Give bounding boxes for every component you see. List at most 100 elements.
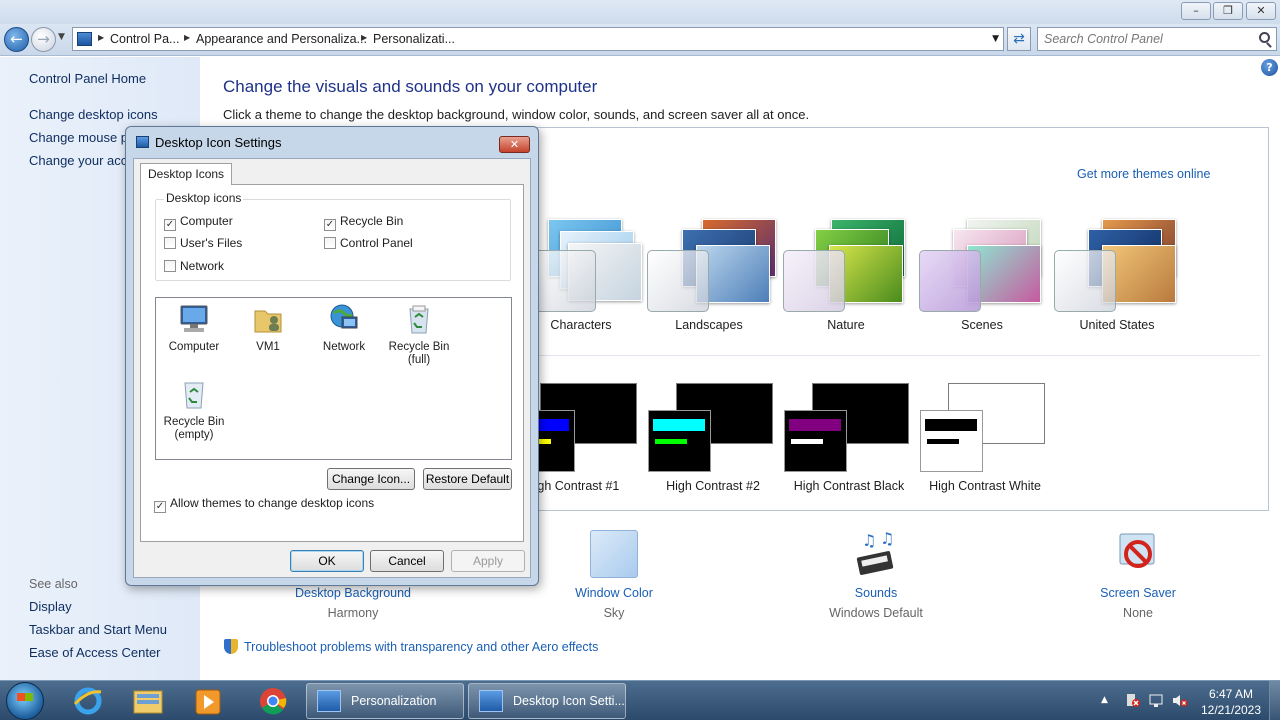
search-icon[interactable] bbox=[1259, 32, 1270, 43]
breadcrumb-appearance[interactable]: Appearance and Personaliza... bbox=[196, 32, 367, 46]
action-center-icon[interactable] bbox=[1125, 693, 1141, 708]
change-mouse-pointers-link[interactable]: Change mouse po bbox=[29, 130, 135, 145]
checkbox-computer[interactable]: ✓ Computer bbox=[164, 214, 233, 231]
desktop-icon-list[interactable]: Computer VM1 Network Recycle Bin (full) … bbox=[155, 297, 512, 460]
icon-item-computer[interactable]: Computer bbox=[159, 303, 229, 354]
icon-item-network[interactable]: Network bbox=[309, 303, 379, 354]
taskbar-desktop-icon-settings[interactable]: Desktop Icon Setti... bbox=[468, 683, 626, 719]
theme-name: High Contrast White bbox=[929, 479, 1041, 493]
computer-icon bbox=[178, 303, 210, 335]
window-color-item[interactable]: Window Color Sky bbox=[544, 530, 684, 620]
recent-pages-dropdown[interactable]: ▼ bbox=[58, 32, 65, 42]
ease-of-access-link[interactable]: Ease of Access Center bbox=[29, 645, 161, 660]
checkbox-box[interactable]: ✓ bbox=[154, 501, 166, 513]
svg-text:♫: ♫ bbox=[880, 530, 894, 548]
checkbox-users-files[interactable]: User's Files bbox=[164, 236, 242, 250]
theme-high-contrast-2[interactable]: High Contrast #2 bbox=[648, 383, 778, 495]
personalization-icon bbox=[317, 690, 341, 712]
windows-explorer-icon[interactable] bbox=[122, 684, 174, 718]
start-button[interactable] bbox=[6, 682, 44, 720]
checkbox-box[interactable] bbox=[164, 260, 176, 272]
recycle-bin-empty-icon bbox=[178, 378, 210, 410]
clock-time: 6:47 AM bbox=[1208, 687, 1254, 701]
checkbox-label: Network bbox=[180, 259, 225, 273]
checkbox-box[interactable]: ✓ bbox=[164, 219, 176, 231]
address-dropdown-icon[interactable]: ▼ bbox=[992, 34, 999, 44]
change-account-picture-link[interactable]: Change your acco bbox=[29, 153, 135, 168]
help-icon[interactable]: ? bbox=[1261, 59, 1278, 76]
volume-muted-icon[interactable] bbox=[1172, 693, 1188, 708]
ok-button[interactable]: OK bbox=[290, 550, 364, 572]
screen-saver-item[interactable]: Screen Saver None bbox=[1068, 530, 1208, 620]
dialog-icon bbox=[136, 136, 149, 148]
shield-icon bbox=[224, 639, 238, 654]
screen-saver-link[interactable]: Screen Saver bbox=[1068, 586, 1208, 600]
window-color-link[interactable]: Window Color bbox=[544, 586, 684, 600]
display-link[interactable]: Display bbox=[29, 599, 72, 614]
control-panel-icon bbox=[77, 32, 92, 46]
restore-button[interactable]: ❐ bbox=[1213, 2, 1243, 20]
icon-item-user-folder[interactable]: VM1 bbox=[233, 303, 303, 354]
sounds-link[interactable]: Sounds bbox=[806, 586, 946, 600]
icon-label: VM1 bbox=[256, 341, 280, 353]
apply-button[interactable]: Apply bbox=[451, 550, 525, 572]
theme-nature[interactable]: Nature bbox=[781, 215, 911, 335]
checkbox-recycle-bin[interactable]: ✓ Recycle Bin bbox=[324, 214, 403, 231]
theme-landscapes[interactable]: Landscapes bbox=[644, 215, 776, 335]
network-tray-icon[interactable] bbox=[1148, 693, 1164, 708]
chrome-icon[interactable] bbox=[247, 684, 299, 718]
refresh-button[interactable]: ⇄ bbox=[1007, 27, 1031, 51]
clock-date: 12/21/2023 bbox=[1200, 703, 1262, 717]
checkbox-control-panel[interactable]: Control Panel bbox=[324, 236, 413, 250]
minimize-button[interactable]: – bbox=[1181, 2, 1211, 20]
tab-desktop-icons[interactable]: Desktop Icons bbox=[140, 163, 233, 185]
chevron-right-icon[interactable]: ▶ bbox=[184, 33, 190, 42]
change-icon-button[interactable]: Change Icon... bbox=[327, 468, 415, 490]
desktop-background-value: Harmony bbox=[327, 606, 379, 620]
get-more-themes-link[interactable]: Get more themes online bbox=[1077, 167, 1210, 181]
task-label: Desktop Icon Setti... bbox=[513, 694, 625, 708]
restore-default-button[interactable]: Restore Default bbox=[423, 468, 512, 490]
icon-item-recycle-bin-empty[interactable]: Recycle Bin (empty) bbox=[159, 378, 229, 442]
troubleshoot-label[interactable]: Troubleshoot problems with transparency … bbox=[244, 640, 598, 654]
show-hidden-icons-icon[interactable]: ▲ bbox=[1101, 695, 1108, 705]
checkbox-box[interactable] bbox=[324, 237, 336, 249]
theme-united-states[interactable]: United States bbox=[1052, 215, 1182, 335]
theme-high-contrast-white[interactable]: High Contrast White bbox=[920, 383, 1050, 495]
breadcrumb-control-panel[interactable]: Control Pa... bbox=[110, 32, 179, 46]
svg-text:♫: ♫ bbox=[862, 531, 876, 550]
troubleshoot-link[interactable]: Troubleshoot problems with transparency … bbox=[224, 639, 598, 654]
media-player-icon[interactable] bbox=[182, 684, 234, 718]
change-desktop-icons-link[interactable]: Change desktop icons bbox=[29, 107, 158, 122]
close-button[interactable]: ✕ bbox=[1246, 2, 1276, 20]
control-panel-home-link[interactable]: Control Panel Home bbox=[29, 71, 146, 86]
icon-label-secondary: (full) bbox=[407, 354, 431, 366]
address-bar[interactable]: ▶ Control Pa... ▶ Appearance and Persona… bbox=[72, 27, 1004, 51]
desktop-background-link[interactable]: Desktop Background bbox=[283, 586, 423, 600]
back-button[interactable]: ← bbox=[4, 27, 29, 52]
chevron-right-icon[interactable]: ▶ bbox=[98, 33, 104, 42]
theme-scenes[interactable]: Scenes bbox=[917, 215, 1047, 335]
checkbox-network[interactable]: Network bbox=[164, 259, 224, 273]
search-input[interactable]: Search Control Panel bbox=[1037, 27, 1277, 51]
forward-button[interactable]: → bbox=[31, 27, 56, 52]
page-title: Change the visuals and sounds on your co… bbox=[223, 77, 598, 96]
icon-item-recycle-bin-full[interactable]: Recycle Bin (full) bbox=[384, 303, 454, 367]
page-subtitle: Click a theme to change the desktop back… bbox=[223, 107, 810, 122]
dialog-close-button[interactable]: ✕ bbox=[499, 136, 530, 153]
sounds-item[interactable]: ♫ ♫ Sounds Windows Default bbox=[806, 529, 946, 620]
breadcrumb-personalization[interactable]: Personalizati... bbox=[373, 32, 455, 46]
system-clock[interactable]: 6:47 AM 12/21/2023 bbox=[1196, 686, 1266, 718]
checkbox-allow-themes[interactable]: ✓ Allow themes to change desktop icons bbox=[154, 496, 374, 513]
internet-explorer-icon[interactable] bbox=[62, 684, 114, 718]
checkbox-box[interactable] bbox=[164, 237, 176, 249]
taskbar-personalization[interactable]: Personalization bbox=[306, 683, 464, 719]
icon-label: Recycle Bin bbox=[388, 341, 450, 353]
checkbox-box[interactable]: ✓ bbox=[324, 219, 336, 231]
cancel-button[interactable]: Cancel bbox=[370, 550, 444, 572]
show-desktop-button[interactable] bbox=[1269, 681, 1280, 720]
chevron-right-icon[interactable]: ▶ bbox=[361, 33, 367, 42]
theme-high-contrast-black[interactable]: High Contrast Black bbox=[784, 383, 914, 495]
taskbar-start-menu-link[interactable]: Taskbar and Start Menu bbox=[29, 622, 167, 637]
checkbox-label: Allow themes to change desktop icons bbox=[170, 496, 375, 510]
